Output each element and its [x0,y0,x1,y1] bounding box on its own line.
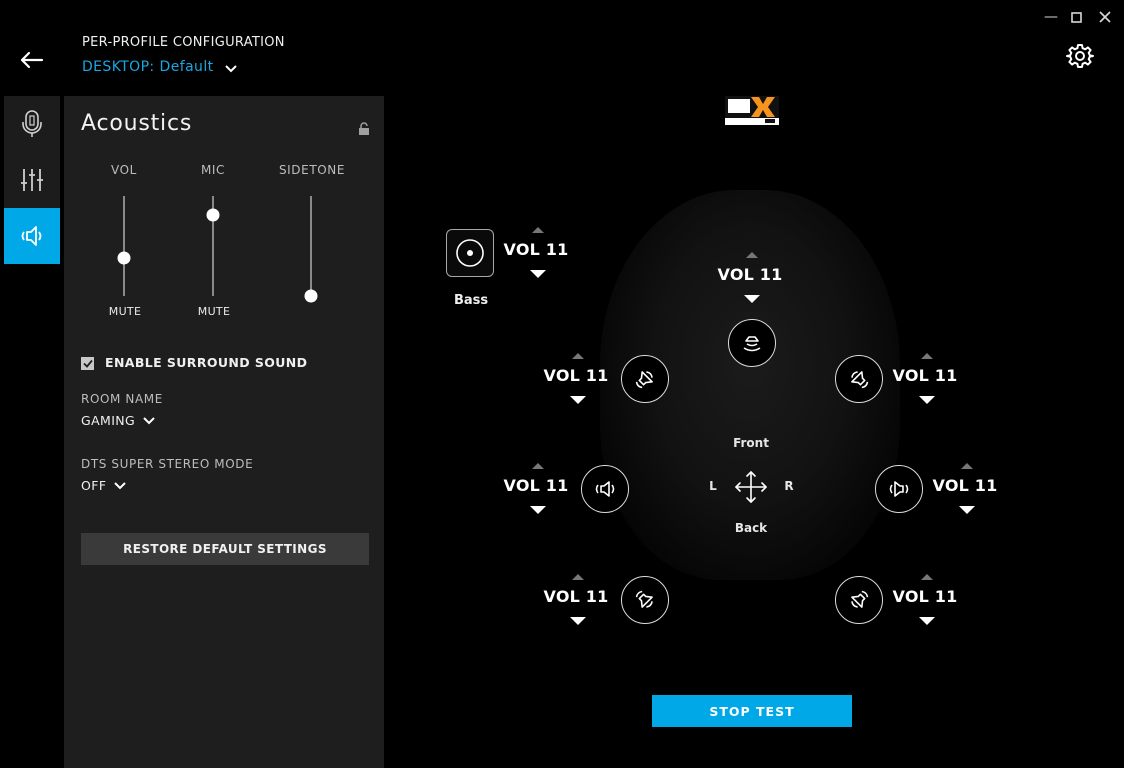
vol-label: VOL [111,163,137,177]
minimize-icon: — [1044,9,1058,25]
dts-mode-label: DTS SUPER STEREO MODE [81,457,254,471]
side-right-vol-down[interactable] [959,506,975,514]
side-left-vol-down[interactable] [530,506,546,514]
equalizer-icon [21,169,43,191]
rear-right-speaker-button[interactable] [835,576,883,624]
center-vol-down[interactable] [744,295,760,303]
subwoofer-icon [456,239,484,267]
bass-vol-down[interactable] [530,270,546,278]
front-right-speaker-button[interactable] [835,355,883,403]
rear-right-vol-up[interactable] [921,574,933,580]
center-vol-up[interactable] [746,252,758,258]
rear-left-speaker-icon [635,590,653,608]
side-right-vol-up[interactable] [961,463,973,469]
front-left-vol-up[interactable] [572,353,584,359]
maximize-button[interactable] [1067,8,1085,26]
side-right-speaker-icon [889,481,909,497]
chevron-down-icon [224,64,237,72]
front-right-vol-up[interactable] [921,353,933,359]
bass-speaker-button[interactable] [446,229,494,277]
sidetone-slider-track[interactable] [310,196,312,296]
dts-mode-value: OFF [81,478,107,493]
mic-slider-knob[interactable] [206,208,220,222]
mic-label: MIC [200,163,226,177]
side-left-vol: VOL 11 [503,476,569,495]
profile-prefix: DESKTOP: [82,59,155,75]
center-speaker-button[interactable] [728,319,776,367]
vol-slider-track[interactable] [123,196,125,296]
rear-left-vol: VOL 11 [543,587,609,606]
rail-equalizer[interactable] [4,152,60,208]
bass-vol: VOL 11 [503,240,569,259]
bass-label: Bass [454,293,489,308]
rear-right-vol-down[interactable] [919,617,935,625]
center-speaker-icon [743,336,761,352]
sidetone-label: SIDETONE [278,163,346,177]
mic-mute-label: MUTE [197,305,231,318]
rear-left-vol-down[interactable] [570,617,586,625]
lock-icon[interactable] [358,122,370,136]
profile-name: Default [159,59,214,75]
page-title: PER-PROFILE CONFIGURATION [82,35,285,50]
rear-left-vol-up[interactable] [572,574,584,580]
room-name-label: ROOM NAME [81,392,163,406]
surround-label: ENABLE SURROUND SOUND [105,355,308,370]
profile-selector[interactable]: DESKTOP: Default [82,59,237,75]
check-icon [82,359,93,368]
rail-microphone[interactable] [4,96,60,152]
chevron-down-icon [143,416,155,424]
settings-button[interactable] [1066,42,1094,70]
gear-icon [1066,44,1094,68]
front-left-speaker-button[interactable] [621,355,669,403]
dts-mode-dropdown[interactable]: OFF [81,478,127,493]
front-right-speaker-icon [851,371,869,389]
back-label: Back [734,521,768,535]
speaker-icon [21,226,42,246]
surround-checkbox[interactable] [81,357,94,370]
side-right-speaker-button[interactable] [875,465,923,513]
side-left-vol-up[interactable] [532,463,544,469]
rear-right-vol: VOL 11 [892,587,958,606]
front-left-speaker-icon [635,371,653,389]
maximize-icon [1070,11,1082,23]
left-label: L [709,479,717,493]
rear-right-speaker-icon [851,590,869,608]
front-right-vol-down[interactable] [919,396,935,404]
move-arrows-icon[interactable] [733,469,769,505]
side-right-vol: VOL 11 [932,476,998,495]
restore-defaults-button[interactable]: RESTORE DEFAULT SETTINGS [81,533,369,565]
back-arrow-icon [20,51,44,69]
bass-vol-up[interactable] [532,227,544,233]
front-left-vol-down[interactable] [570,396,586,404]
room-name-dropdown[interactable]: GAMING [81,413,155,428]
panel-title: Acoustics [81,111,193,136]
rail-acoustics[interactable] [4,208,60,264]
close-button[interactable] [1096,8,1114,26]
close-icon [1099,11,1111,23]
right-label: R [784,479,794,493]
back-button[interactable] [18,46,46,74]
front-left-vol: VOL 11 [543,366,609,385]
acoustics-panel: Acoustics VOL MUTE MIC MUTE SIDETONE ENA… [64,96,384,768]
side-left-speaker-button[interactable] [581,465,629,513]
minimize-button[interactable]: — [1042,8,1060,26]
sidetone-slider-knob[interactable] [304,289,318,303]
side-left-speaker-icon [595,481,615,497]
vol-mute-label: MUTE [108,305,142,318]
stop-test-button[interactable]: STOP TEST [652,695,852,727]
room-name-value: GAMING [81,413,136,428]
vol-slider-knob[interactable] [117,251,131,265]
front-label: Front [733,436,769,450]
rear-left-speaker-button[interactable] [621,576,669,624]
dts-headphone-x-logo [725,96,779,125]
chevron-down-icon [114,481,127,489]
center-vol: VOL 11 [717,265,783,284]
front-right-vol: VOL 11 [892,366,958,385]
microphone-icon [22,110,42,137]
